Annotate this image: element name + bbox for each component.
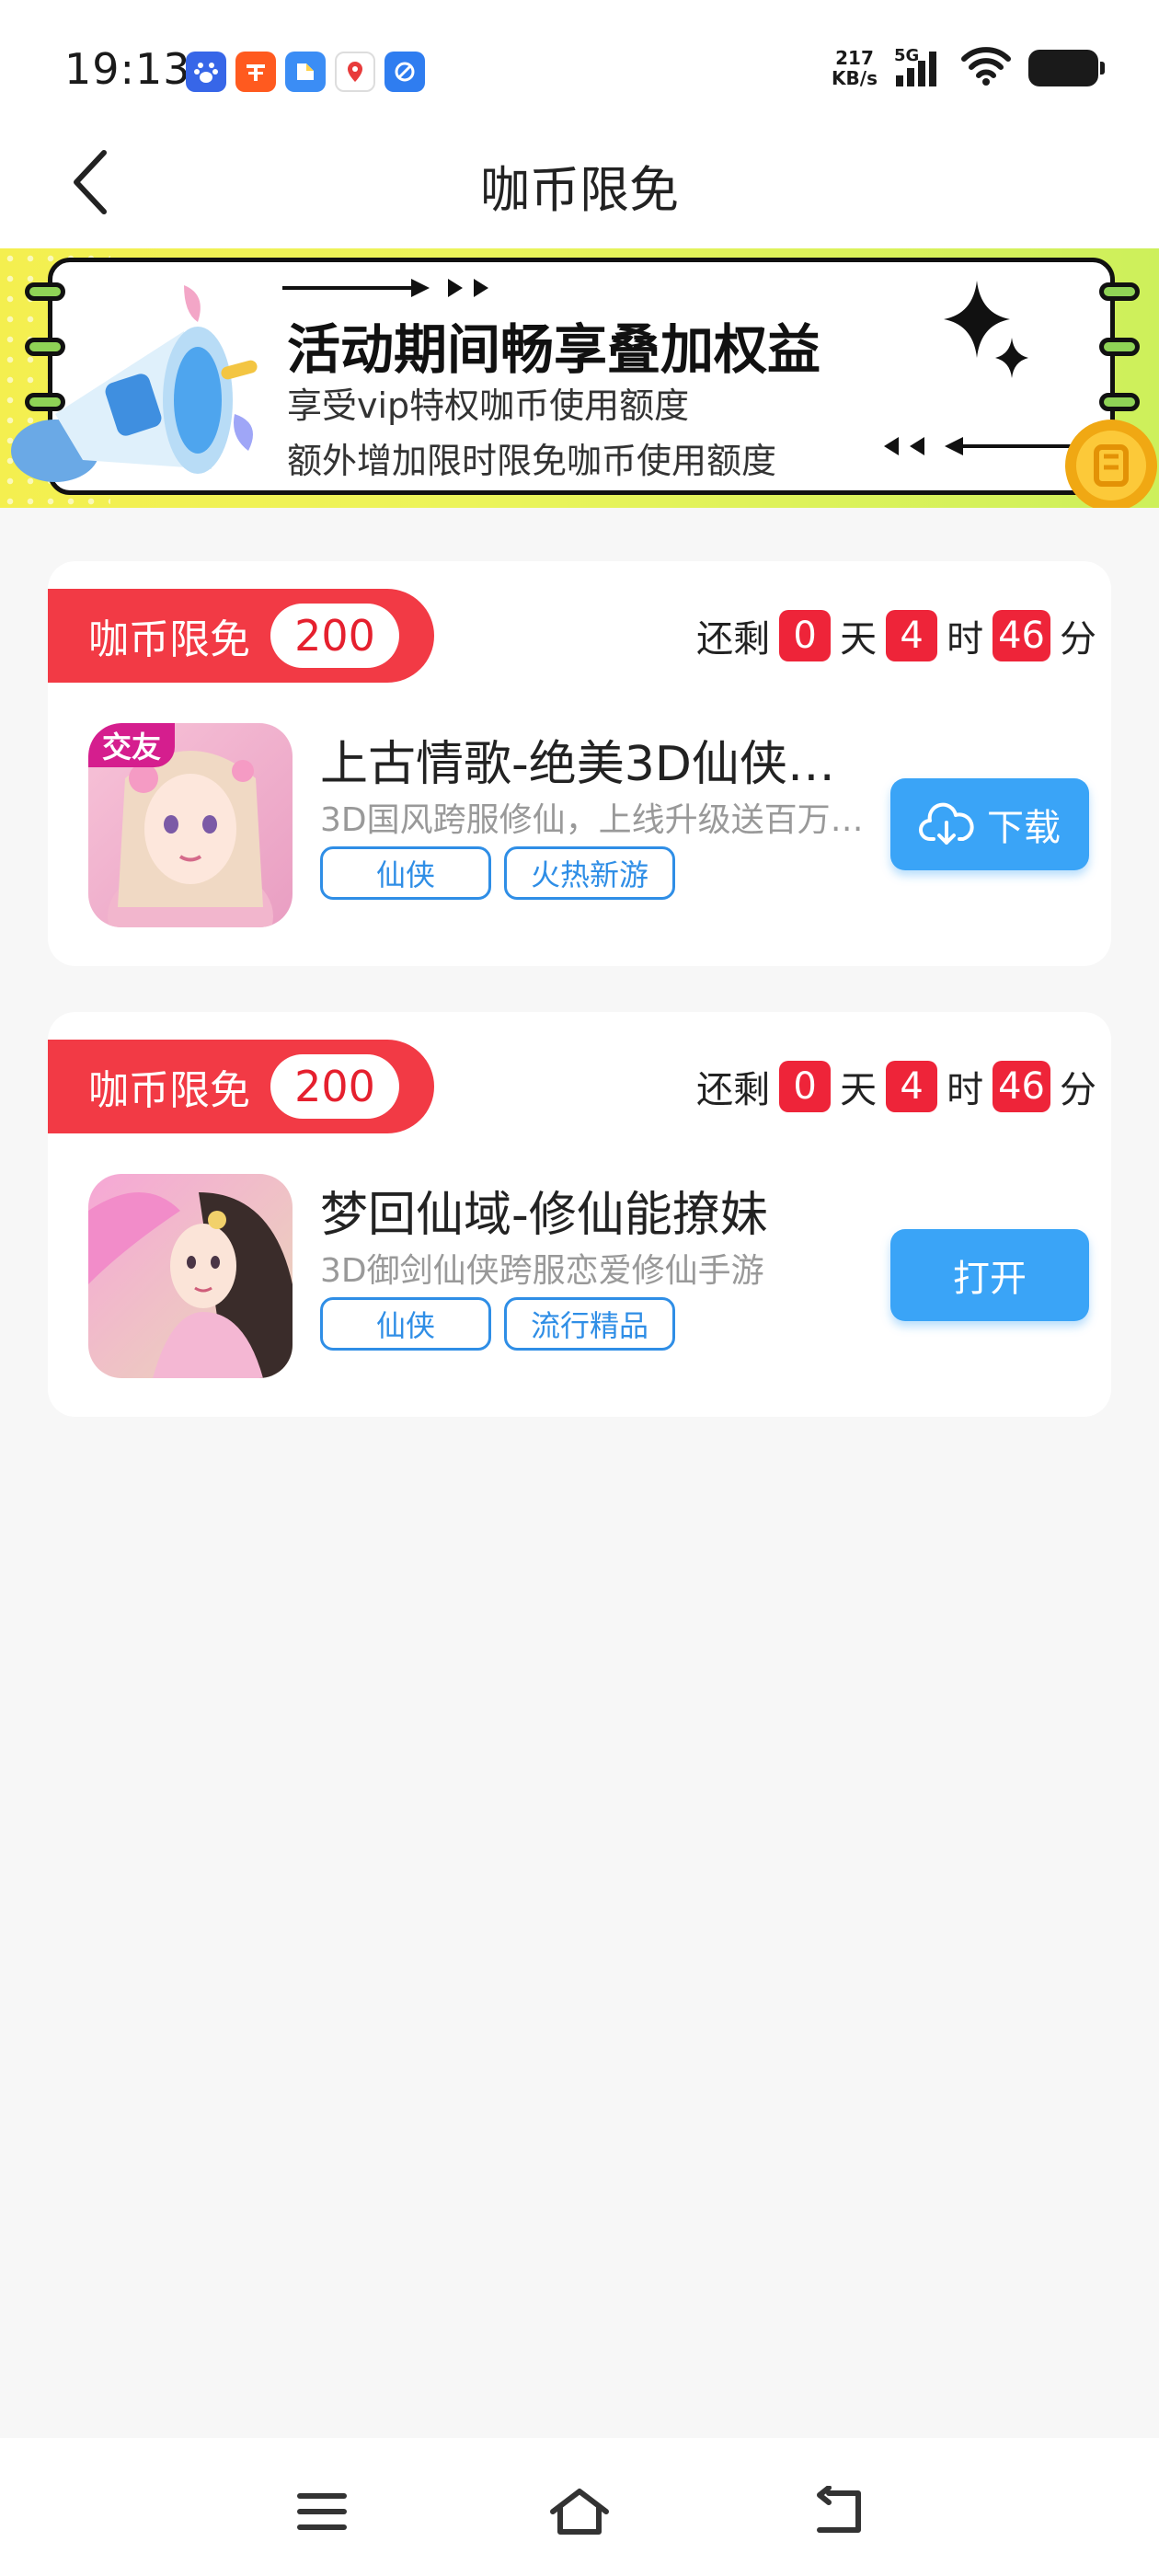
arrow-decoration-icon <box>884 437 1083 455</box>
game-tag[interactable]: 仙侠 <box>320 1297 491 1351</box>
countdown-days: 0 <box>779 610 832 661</box>
sparkle-icon <box>944 281 1028 378</box>
coin-free-tag: 咖币限免 200 <box>48 1040 434 1133</box>
notification-app-icons <box>186 52 425 92</box>
game-description: 3D国风跨服修仙，上线升级送百万… <box>320 801 864 839</box>
countdown-timer: 还剩 0 天 4 时 46 分 <box>696 609 1096 662</box>
taobao-icon <box>235 52 276 92</box>
page-title: 咖币限免 <box>480 161 679 219</box>
binder-ring-icon <box>1099 338 1140 356</box>
megaphone-icon <box>11 285 258 482</box>
arrow-decoration-icon <box>282 279 488 297</box>
game-title[interactable]: 上古情歌-绝美3D仙侠… <box>320 725 863 794</box>
game-tags: 仙侠 火热新游 <box>320 846 675 900</box>
promo-game-card[interactable]: 咖币限免 200 还剩 0 天 4 时 46 分 <box>48 1012 1111 1417</box>
countdown-timer: 还剩 0 天 4 时 46 分 <box>696 1060 1096 1113</box>
game-tag[interactable]: 仙侠 <box>320 846 491 900</box>
browser-icon <box>384 52 425 92</box>
menu-icon <box>297 2493 347 2530</box>
game-tags: 仙侠 流行精品 <box>320 1297 675 1351</box>
status-indicators: 217 KB/s 5G <box>832 46 1105 90</box>
download-button[interactable]: 下载 <box>890 778 1089 870</box>
home-button[interactable] <box>543 2484 616 2539</box>
cellular-signal-icon: 5G <box>894 46 944 90</box>
game-description: 3D御剑仙侠跨服恋爱修仙手游 <box>320 1252 764 1290</box>
banner-line-1: 享受vip特权咖币使用额度 <box>287 385 690 426</box>
cloud-download-icon <box>919 802 974 845</box>
net-speed: 217 KB/s <box>832 48 878 88</box>
countdown-minutes-unit: 分 <box>1060 1069 1096 1111</box>
countdown-prefix: 还剩 <box>696 1069 771 1111</box>
game-badge: 交友 <box>88 723 175 767</box>
open-button-label: 打开 <box>953 1258 1027 1300</box>
promo-tag-label: 咖币限免 <box>88 1067 250 1114</box>
wifi-icon <box>960 46 1012 90</box>
game-title[interactable]: 梦回仙域-修仙能撩妹 <box>320 1176 863 1245</box>
status-bar: 19:13 217 KB/s 5G <box>0 0 1159 138</box>
game-tag[interactable]: 火热新游 <box>504 846 675 900</box>
countdown-days-unit: 天 <box>840 1069 878 1111</box>
countdown-hours: 4 <box>886 1061 938 1112</box>
system-navigation-bar <box>0 2438 1159 2576</box>
countdown-days-unit: 天 <box>840 618 878 661</box>
banner-line-2: 额外增加限时限免咖币使用额度 <box>287 441 777 481</box>
countdown-days: 0 <box>779 1061 832 1112</box>
open-button[interactable]: 打开 <box>890 1229 1089 1321</box>
countdown-hours-unit: 时 <box>947 1069 984 1111</box>
back-nav-button[interactable] <box>802 2484 876 2539</box>
countdown-minutes-unit: 分 <box>1060 618 1096 661</box>
binder-ring-icon <box>1099 393 1140 411</box>
game-art-icon <box>88 1174 293 1378</box>
promo-game-card[interactable]: 咖币限免 200 还剩 0 天 4 时 46 分 <box>48 561 1111 966</box>
return-icon <box>817 2486 861 2533</box>
game-tag[interactable]: 流行精品 <box>504 1297 675 1351</box>
countdown-minutes: 46 <box>993 1061 1050 1112</box>
countdown-hours: 4 <box>886 610 938 661</box>
promo-banner[interactable]: 活动期间畅享叠加权益 享受vip特权咖币使用额度 额外增加限时限免咖币使用额度 <box>0 248 1159 508</box>
game-icon[interactable] <box>88 1174 293 1378</box>
baidu-icon <box>186 52 226 92</box>
download-button-label: 下载 <box>987 807 1061 849</box>
coin-free-tag: 咖币限免 200 <box>48 589 434 683</box>
promo-tag-value: 200 <box>270 604 399 668</box>
status-time: 19:13 <box>64 44 191 94</box>
home-icon <box>550 2489 609 2535</box>
coin-icon <box>1065 420 1157 508</box>
countdown-prefix: 还剩 <box>696 618 771 661</box>
net-speed-value: 217 <box>835 47 874 69</box>
map-icon <box>335 52 375 92</box>
banner-heading: 活动期间畅享叠加权益 <box>287 318 821 381</box>
net-speed-unit: KB/s <box>832 67 878 89</box>
game-icon[interactable]: 交友 <box>88 723 293 927</box>
binder-ring-icon <box>1099 282 1140 301</box>
files-icon <box>285 52 326 92</box>
countdown-hours-unit: 时 <box>947 618 984 661</box>
battery-icon <box>1028 50 1105 86</box>
countdown-minutes: 46 <box>993 610 1050 661</box>
promo-tag-value: 200 <box>270 1054 399 1119</box>
promo-tag-label: 咖币限免 <box>88 616 250 663</box>
navigation-bar: 咖币限免 <box>0 138 1159 248</box>
recent-apps-button[interactable] <box>285 2484 359 2539</box>
